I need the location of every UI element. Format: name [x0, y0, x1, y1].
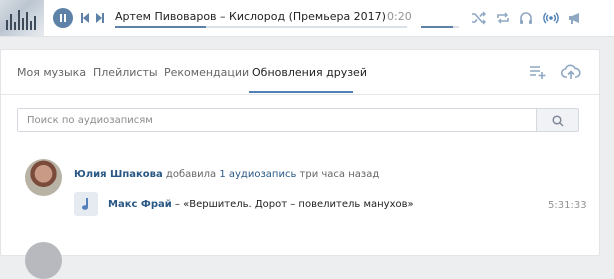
volume-fill: [421, 26, 454, 28]
next-icon[interactable]: [95, 12, 105, 24]
feed-audio-count[interactable]: 1 аудиозапись: [219, 169, 296, 180]
feed-user-name[interactable]: Юлия Шпакова: [74, 169, 163, 180]
search-icon: [552, 115, 564, 127]
pause-icon[interactable]: [53, 8, 73, 28]
search-button[interactable]: [537, 108, 579, 132]
avatar[interactable]: [25, 242, 62, 279]
track-time: 0:20: [387, 10, 412, 23]
audio-row[interactable]: Макс Фрай – «Вершитель. Дорот – повелите…: [108, 199, 414, 210]
audio-artist[interactable]: Макс Фрай: [108, 199, 172, 210]
feed-action: добавила: [165, 169, 217, 180]
tab-recommendations[interactable]: Рекомендации: [164, 66, 249, 79]
current-track-title: Артем Пивоваров – Кислород (Премьера 201…: [115, 10, 386, 23]
volume-slider[interactable]: [421, 26, 459, 28]
tab-friends-updates[interactable]: Обновления друзей: [252, 66, 367, 79]
audio-player-bar: Артем Пивоваров – Кислород (Премьера 201…: [0, 0, 614, 37]
headphones-icon[interactable]: [518, 11, 534, 25]
avatar[interactable]: [25, 159, 62, 196]
tab-playlists[interactable]: Плейлисты: [93, 66, 158, 79]
shuffle-icon[interactable]: [471, 11, 487, 25]
search-input[interactable]: [17, 108, 537, 132]
upload-icon[interactable]: [561, 64, 581, 80]
audio-title: «Вершитель. Дорот – повелитель манухов»: [183, 199, 414, 210]
repeat-icon[interactable]: [495, 11, 511, 25]
progress-fill: [115, 26, 206, 28]
prev-icon[interactable]: [80, 12, 90, 24]
feed-time: три часа назад: [299, 169, 380, 180]
audio-tabs: Моя музыка Плейлисты Рекомендации Обновл…: [1, 50, 599, 95]
megaphone-icon[interactable]: [567, 11, 583, 25]
progress-bar[interactable]: [115, 26, 407, 28]
active-tab-indicator: [249, 91, 353, 93]
tab-my-music[interactable]: Моя музыка: [17, 66, 86, 79]
broadcast-icon[interactable]: [543, 11, 559, 25]
album-cover: [0, 0, 44, 36]
audio-panel: Моя музыка Плейлисты Рекомендации Обновл…: [0, 49, 600, 279]
feed-item-header: Юлия Шпакова добавила 1 аудиозапись три …: [74, 169, 379, 180]
audio-duration: 5:31:33: [548, 200, 587, 211]
music-note-icon[interactable]: [74, 192, 98, 216]
add-playlist-icon[interactable]: [528, 64, 548, 80]
